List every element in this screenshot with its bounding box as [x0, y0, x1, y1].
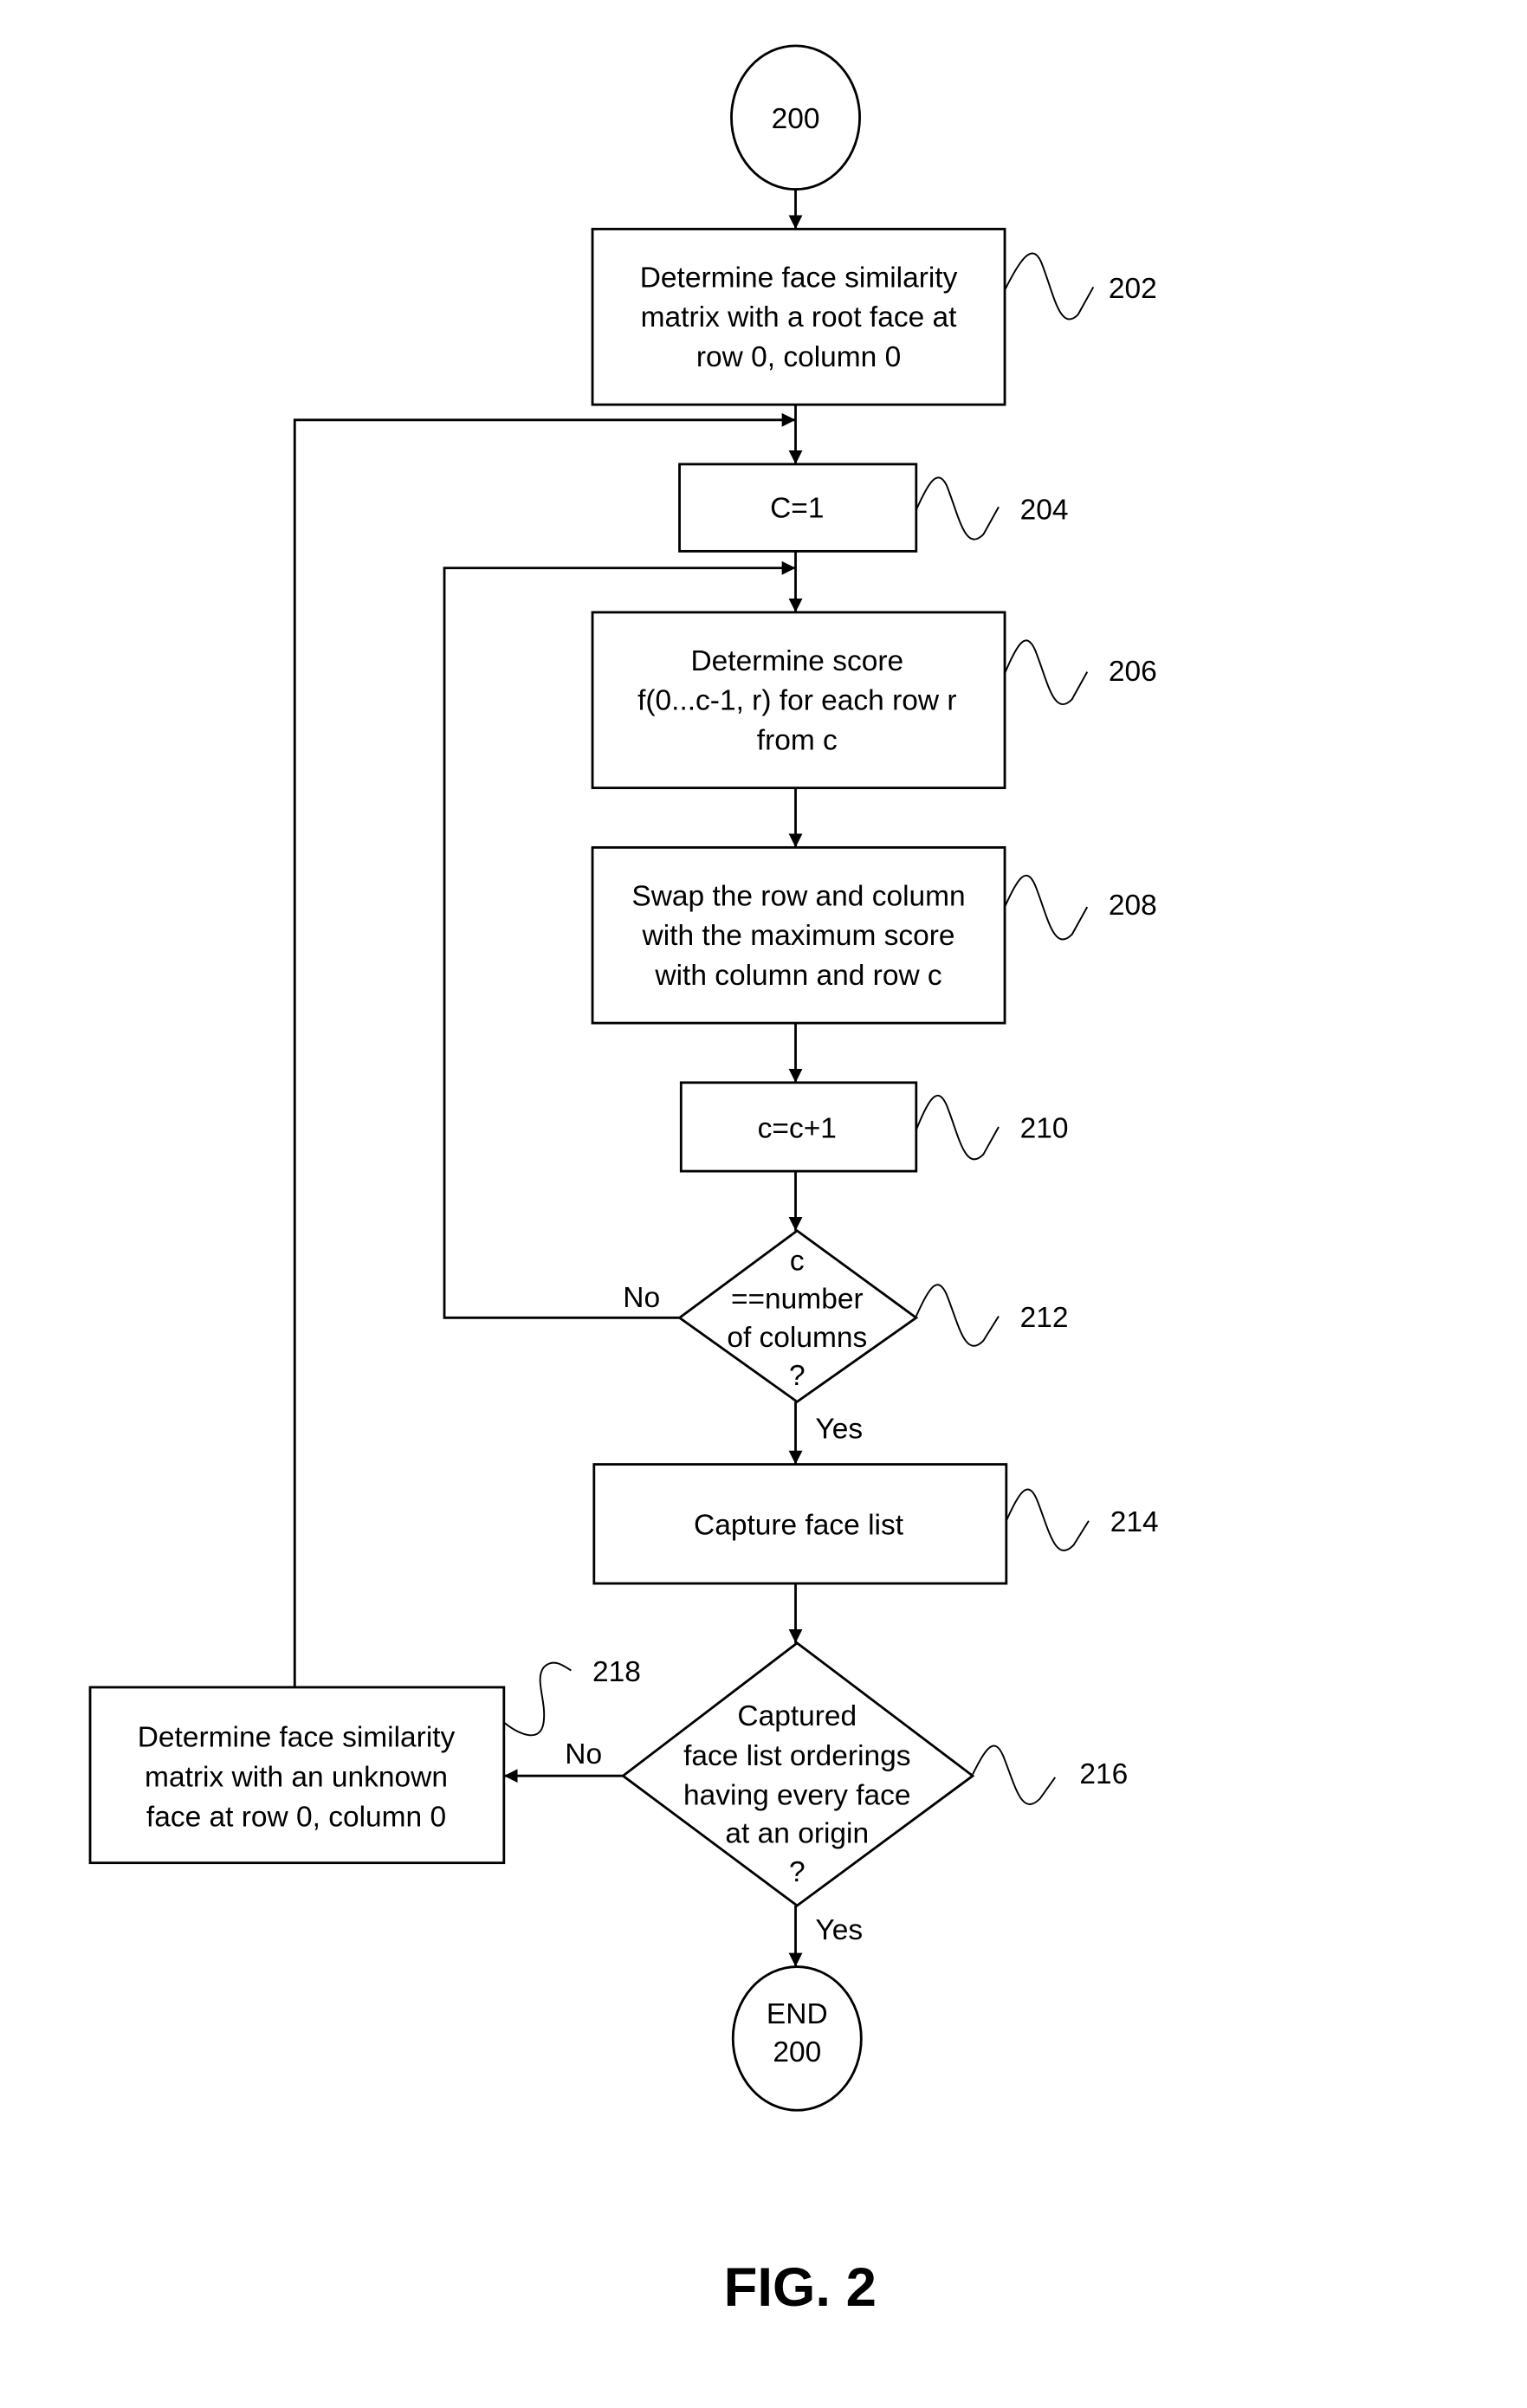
ref-leader-214 [1005, 1488, 1090, 1551]
process-204: C=1 [678, 463, 918, 553]
end-label-line-2: 200 [773, 2036, 821, 2068]
ref-leader-210 [915, 1094, 1000, 1161]
process-206: Determine score f(0...c-1, r) for each r… [591, 611, 1006, 790]
ref-218: 218 [592, 1656, 641, 1688]
process-214: Capture face list [592, 1463, 1008, 1585]
ref-208: 208 [1109, 890, 1157, 922]
figure-caption: FIG. 2 [724, 2257, 877, 2318]
edge-label-212-no: No [623, 1282, 660, 1314]
process-210: c=c+1 [679, 1081, 918, 1173]
process-218: Determine face similarity matrix with an… [88, 1686, 506, 1865]
process-208: Swap the row and column with the maximum… [591, 845, 1006, 1025]
process-204-line-1: C=1 [770, 493, 824, 525]
process-202-line-3: row 0, column 0 [696, 341, 901, 373]
process-208-line-2: with the maximum score [642, 920, 955, 952]
ref-leader-208 [1004, 874, 1089, 941]
ref-leader-212 [915, 1284, 1000, 1347]
process-218-line-2: matrix with an unknown [145, 1762, 448, 1794]
process-208-line-1: Swap the row and column [631, 880, 965, 912]
process-202-line-2: matrix with a root face at [641, 301, 957, 333]
ref-leader-202 [1004, 252, 1095, 320]
decision-212-line-4: ? [789, 1360, 806, 1392]
ref-leader-218 [503, 1661, 572, 1737]
process-202-line-1: Determine face similarity [640, 262, 958, 294]
edge-label-216-yes: Yes [815, 1914, 863, 1946]
ref-216: 216 [1079, 1758, 1128, 1790]
process-218-line-1: Determine face similarity [138, 1722, 456, 1754]
edge-label-212-yes: Yes [815, 1414, 863, 1446]
ref-204: 204 [1020, 494, 1069, 526]
decision-212: c ==number of columns ? [677, 1229, 919, 1404]
process-202: Determine face similarity matrix with a … [591, 228, 1006, 406]
start-label: 200 [772, 103, 820, 135]
end-label-line-1: END [767, 1998, 828, 2030]
process-218-line-3: face at row 0, column 0 [146, 1801, 446, 1833]
ref-202: 202 [1109, 273, 1157, 305]
ref-leader-206 [1004, 639, 1089, 705]
decision-212-line-2: ==number [731, 1284, 864, 1316]
start-terminal: 200 [730, 44, 861, 191]
decision-216-line-5: ? [789, 1856, 806, 1888]
decision-212-line-3: of columns [727, 1322, 867, 1354]
decision-216-line-3: having every face [683, 1780, 910, 1812]
decision-216-line-1: Captured [737, 1700, 857, 1732]
decision-216-line-2: face list orderings [683, 1740, 910, 1772]
ref-206: 206 [1109, 656, 1157, 688]
flowchart-canvas: 200 No Yes No Yes Determine face similar… [88, 44, 1159, 2318]
ref-leader-204 [915, 476, 1000, 541]
process-214-line-1: Capture face list [694, 1510, 904, 1542]
ref-leader-216 [972, 1745, 1057, 1805]
ref-214: 214 [1110, 1506, 1159, 1538]
decision-212-line-1: c [790, 1246, 805, 1278]
process-206-line-3: from c [757, 725, 838, 757]
process-206-line-2: f(0...c-1, r) for each row r [637, 685, 956, 717]
edge-label-216-no: No [565, 1738, 602, 1770]
process-206-line-1: Determine score [690, 645, 903, 677]
process-210-line-1: c=c+1 [758, 1112, 837, 1144]
decision-216: Captured face list orderings having ever… [620, 1641, 975, 1907]
ref-212: 212 [1020, 1302, 1069, 1334]
process-208-line-3: with column and row c [654, 960, 941, 992]
end-terminal: END 200 [731, 1965, 863, 2112]
ref-210: 210 [1020, 1112, 1069, 1144]
decision-216-line-4: at an origin [725, 1818, 869, 1850]
